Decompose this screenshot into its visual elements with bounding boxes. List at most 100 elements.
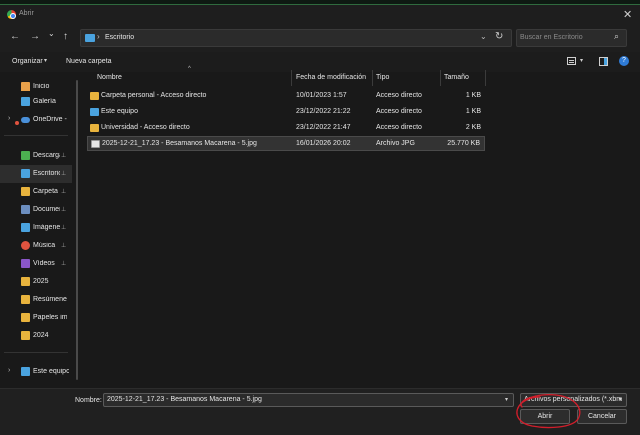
breadcrumb-separator-icon[interactable]: › xyxy=(97,32,100,41)
folder-icon xyxy=(21,295,30,304)
navigation-pane: Inicio Galería › OneDrive - I Descargas … xyxy=(0,72,72,388)
file-row[interactable]: Universidad - Acceso directo 23/12/2022 … xyxy=(87,121,485,136)
pictures-icon xyxy=(21,223,30,232)
column-divider[interactable] xyxy=(485,70,486,86)
folder-icon xyxy=(21,331,30,340)
file-row-selected[interactable]: 2025-12-21_17.23 - Besamanos Macarena - … xyxy=(87,136,485,151)
folder-icon xyxy=(21,187,30,196)
expand-chevron-icon[interactable]: › xyxy=(8,115,10,122)
up-icon[interactable]: ↑ xyxy=(63,31,68,42)
breadcrumb-escritorio[interactable]: Escritorio xyxy=(105,34,134,41)
folder-shortcut-icon xyxy=(90,124,99,132)
column-divider[interactable] xyxy=(440,70,441,86)
file-type: Acceso directo xyxy=(376,124,422,131)
desktop-folder-icon xyxy=(85,34,95,42)
sidebar-item-label: Descargas xyxy=(33,152,60,159)
sidebar-item-imagenes[interactable]: Imágenes ⊥ xyxy=(0,219,72,237)
sidebar-scrollbar[interactable] xyxy=(76,80,78,380)
forward-icon[interactable]: → xyxy=(30,31,40,42)
column-header-name[interactable]: Nombre xyxy=(97,74,122,81)
music-icon xyxy=(21,241,30,250)
sidebar-item-label: Imágenes xyxy=(33,224,60,231)
sidebar-item-label: Inicio xyxy=(33,83,50,90)
chevron-down-icon[interactable]: ▾ xyxy=(44,57,47,64)
file-modified: 23/12/2022 21:22 xyxy=(296,108,351,115)
search-placeholder: Buscar en Escritorio xyxy=(520,34,583,41)
this-pc-icon xyxy=(21,367,30,376)
back-icon[interactable]: ← xyxy=(10,31,20,42)
sidebar-item-descargas[interactable]: Descargas ⊥ xyxy=(0,147,72,165)
column-divider[interactable] xyxy=(291,70,292,86)
file-name-label: Nombre: xyxy=(75,397,102,404)
sidebar-item-musica[interactable]: Música ⊥ xyxy=(0,237,72,255)
sidebar-item-papeles[interactable]: Papeles imp xyxy=(0,309,72,327)
sidebar-item-este-equipo[interactable]: › Este equipo xyxy=(0,363,72,381)
onedrive-icon xyxy=(21,117,30,123)
sidebar-item-label: 2025 xyxy=(33,278,49,285)
sidebar-item-escritorio[interactable]: Escritorio ⊥ xyxy=(0,165,72,183)
column-header-modified[interactable]: Fecha de modificación xyxy=(296,74,366,81)
open-button[interactable]: Abrir xyxy=(520,409,570,424)
file-type: Acceso directo xyxy=(376,108,422,115)
column-header-type[interactable]: Tipo xyxy=(376,74,389,81)
file-size: 25.770 KB xyxy=(447,140,480,147)
file-modified: 10/01/2023 1:57 xyxy=(296,92,347,99)
refresh-icon[interactable]: ↻ xyxy=(495,31,503,42)
title-bar xyxy=(0,5,640,26)
folder-shortcut-icon xyxy=(90,92,99,100)
sidebar-item-label: OneDrive - I xyxy=(33,116,69,123)
new-folder-button[interactable]: Nueva carpeta xyxy=(66,58,112,65)
download-icon xyxy=(21,151,30,160)
pin-icon: ⊥ xyxy=(61,207,67,213)
file-type-chevron-down-icon[interactable]: ▾ xyxy=(619,396,622,403)
sidebar-item-label: Música xyxy=(33,242,56,249)
sidebar-item-documentos[interactable]: Documentos ⊥ xyxy=(0,201,72,219)
sidebar-item-onedrive[interactable]: › OneDrive - I xyxy=(0,111,72,129)
pin-icon: ⊥ xyxy=(61,189,67,195)
view-options-icon[interactable] xyxy=(567,57,576,65)
cancel-button[interactable]: Cancelar xyxy=(577,409,627,424)
videos-icon xyxy=(21,259,30,268)
sidebar-item-resumenes[interactable]: Resúmenes xyxy=(0,291,72,309)
file-name: Universidad - Acceso directo xyxy=(101,124,190,131)
folder-icon xyxy=(21,313,30,322)
pin-icon: ⊥ xyxy=(61,243,67,249)
gallery-icon xyxy=(21,97,30,106)
address-bar[interactable] xyxy=(80,29,512,47)
file-name-input[interactable]: 2025-12-21_17.23 - Besamanos Macarena - … xyxy=(103,393,514,407)
sidebar-item-label: Papeles imp xyxy=(33,314,67,321)
sidebar-item-videos[interactable]: Vídeos ⊥ xyxy=(0,255,72,273)
file-type-select[interactable]: Archivos personalizados (*.xbm xyxy=(520,393,627,407)
close-icon[interactable]: ✕ xyxy=(623,8,632,21)
sidebar-item-label: Resúmenes xyxy=(33,296,67,303)
sync-error-icon xyxy=(15,121,19,125)
organize-button[interactable]: Organizar xyxy=(12,58,43,65)
sidebar-item-carpeta-personal[interactable]: Carpeta pe ⊥ xyxy=(0,183,72,201)
pin-icon: ⊥ xyxy=(61,225,67,231)
column-header-size[interactable]: Tamaño xyxy=(444,74,469,81)
chrome-icon xyxy=(7,10,16,19)
help-icon[interactable]: ? xyxy=(619,56,629,66)
pin-icon: ⊥ xyxy=(61,261,67,267)
file-size: 1 KB xyxy=(465,108,481,115)
address-dropdown-icon[interactable]: ⌄ xyxy=(480,32,487,41)
preview-pane-icon[interactable] xyxy=(599,57,608,66)
sidebar-item-galeria[interactable]: Galería xyxy=(0,93,72,111)
sort-ascending-icon: ^ xyxy=(188,66,191,72)
file-name: Carpeta personal - Acceso directo xyxy=(101,92,207,99)
sidebar-item-label: Vídeos xyxy=(33,260,55,267)
column-divider[interactable] xyxy=(372,70,373,86)
sidebar-item-2024[interactable]: 2024 xyxy=(0,327,72,345)
folder-icon xyxy=(21,277,30,286)
view-chevron-down-icon[interactable]: ▾ xyxy=(580,57,583,64)
file-name-chevron-down-icon[interactable]: ▾ xyxy=(505,396,508,403)
file-name: 2025-12-21_17.23 - Besamanos Macarena - … xyxy=(102,140,257,147)
pin-icon: ⊥ xyxy=(61,171,67,177)
search-icon[interactable]: ⌕ xyxy=(614,31,619,42)
expand-chevron-icon[interactable]: › xyxy=(8,367,10,374)
file-row[interactable]: Carpeta personal - Acceso directo 10/01/… xyxy=(87,89,485,104)
file-row[interactable]: Este equipo 23/12/2022 21:22 Acceso dire… xyxy=(87,105,485,120)
sidebar-item-2025[interactable]: 2025 xyxy=(0,273,72,291)
file-modified: 16/01/2026 20:02 xyxy=(296,140,351,147)
recent-locations-icon[interactable]: ⌄ xyxy=(48,29,55,38)
